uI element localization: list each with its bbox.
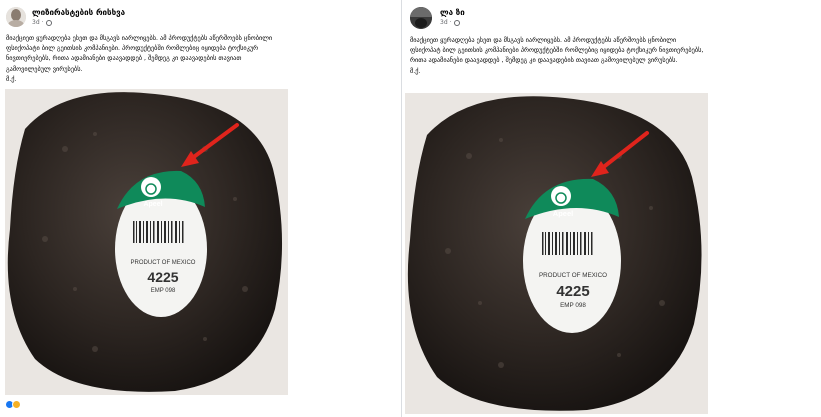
- avocado-photo: Apeel PRODUCT OF MEXICO 4225 EMP 098: [5, 89, 288, 395]
- sticker-plu: 4225: [556, 283, 589, 300]
- avocado-photo: Apeel PRODUCT OF MEXICO 4225 EMP 098: [405, 93, 708, 414]
- sticker-origin: PRODUCT OF MEXICO: [539, 272, 607, 279]
- avatar-image: [6, 7, 26, 27]
- globe-icon: [45, 19, 52, 26]
- avatar-image: [410, 7, 432, 29]
- sticker-code: EMP 098: [151, 288, 176, 294]
- sticker-origin: PRODUCT OF MEXICO: [131, 260, 196, 266]
- author-name[interactable]: ლიზირასტების რისხვა: [32, 8, 125, 18]
- apeel-sticker: Apeel PRODUCT OF MEXICO 4225 EMP 098: [115, 170, 207, 317]
- sticker-code: EMP 098: [560, 302, 586, 309]
- post-text: მიაქციეთ ყურადღება ესეთ და მსგავს იარლიყ…: [6, 34, 288, 85]
- svg-text:Apeel: Apeel: [553, 209, 573, 218]
- post-paragraph: მიაქციეთ ყურადღება ესეთ და მსგავს იარლიყ…: [410, 37, 704, 65]
- post-header: ლა ზი 3d ·: [410, 7, 465, 29]
- post-header: ლიზირასტების რისხვა 3d ·: [6, 7, 125, 27]
- sticker-plu: 4225: [147, 269, 178, 285]
- post-meta: 3d ·: [32, 18, 125, 27]
- apeel-sticker: Apeel PRODUCT OF MEXICO 4225 EMP 098: [523, 178, 621, 333]
- post-photo[interactable]: Apeel PRODUCT OF MEXICO 4225 EMP 098: [5, 89, 288, 395]
- post-signature: მ.ქ.: [410, 67, 421, 75]
- post-right: ლა ზი 3d · მიაქციეთ ყურადღება ესეთ და მს…: [401, 0, 821, 417]
- globe-icon: [453, 19, 460, 26]
- post-time[interactable]: 3d: [440, 18, 448, 27]
- reactions[interactable]: [5, 400, 21, 409]
- post-meta: 3d ·: [440, 18, 465, 27]
- avatar[interactable]: [6, 7, 26, 27]
- post-photo[interactable]: Apeel PRODUCT OF MEXICO 4225 EMP 098: [405, 93, 708, 414]
- post-text: მიაქციეთ ყურადღება ესეთ და მსგავს იარლიყ…: [410, 36, 706, 77]
- post-paragraph: მიაქციეთ ყურადღება ესეთ და მსგავს იარლიყ…: [6, 35, 273, 73]
- post-left: ლიზირასტების რისხვა 3d · მიაქციეთ ყურადღ…: [0, 0, 395, 417]
- post-signature: მ.ქ.: [6, 75, 17, 83]
- avatar[interactable]: [410, 7, 432, 29]
- svg-text:Apeel: Apeel: [143, 201, 162, 208]
- post-time[interactable]: 3d: [32, 18, 40, 27]
- sad-reaction-icon: [12, 400, 21, 409]
- author-name[interactable]: ლა ზი: [440, 8, 465, 18]
